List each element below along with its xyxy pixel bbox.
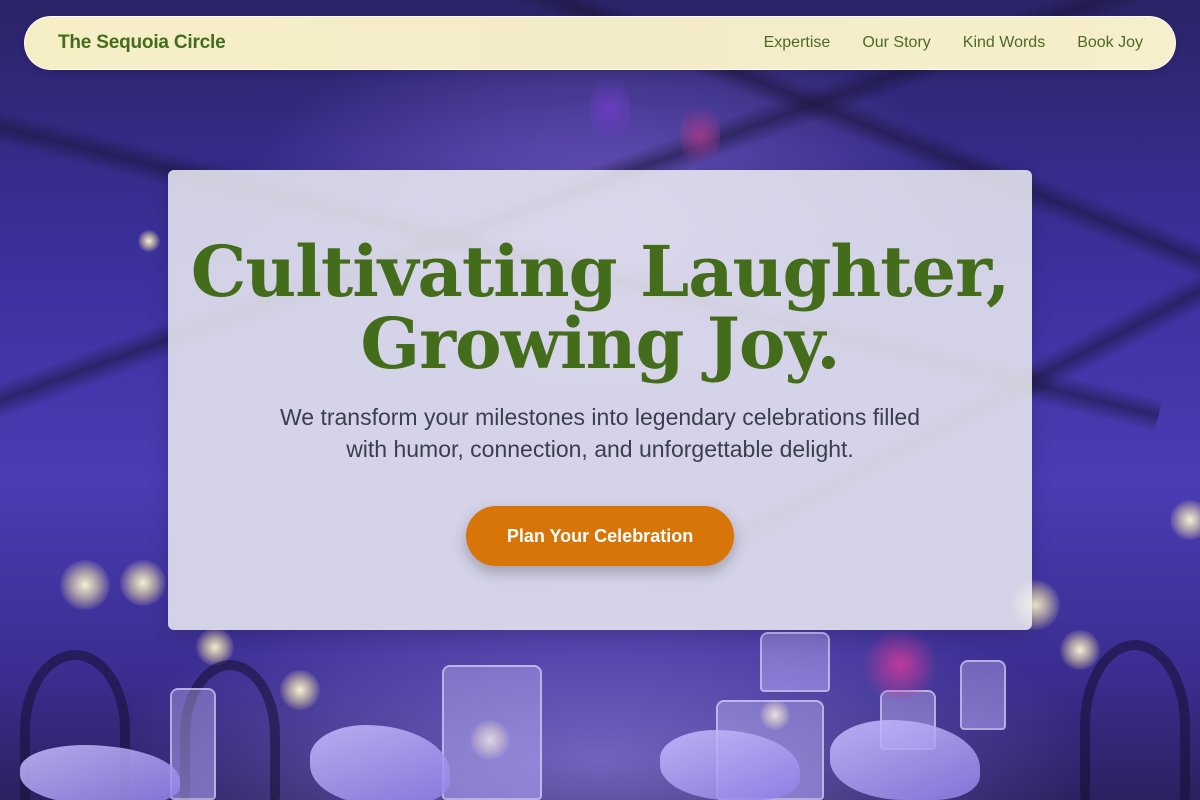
hero-title-line-2: Growing Joy. bbox=[360, 302, 840, 385]
hero-title: Cultivating Laughter, Growing Joy. bbox=[168, 236, 1032, 380]
nav-link-kind-words[interactable]: Kind Words bbox=[963, 34, 1045, 52]
top-navbar: The Sequoia Circle Expertise Our Story K… bbox=[24, 16, 1176, 70]
nav-link-our-story[interactable]: Our Story bbox=[862, 34, 930, 52]
nav-links: Expertise Our Story Kind Words Book Joy bbox=[764, 34, 1143, 52]
hero-subtitle: We transform your milestones into legend… bbox=[228, 401, 972, 465]
brand-logo-text[interactable]: The Sequoia Circle bbox=[58, 32, 226, 54]
plan-celebration-button[interactable]: Plan Your Celebration bbox=[466, 506, 734, 566]
hero-subtitle-line-1: We transform your milestones into legend… bbox=[279, 404, 921, 430]
nav-link-expertise[interactable]: Expertise bbox=[764, 34, 831, 52]
nav-link-book-joy[interactable]: Book Joy bbox=[1077, 34, 1143, 52]
hero-card: Cultivating Laughter, Growing Joy. We tr… bbox=[168, 170, 1032, 630]
hero-title-line-1: Cultivating Laughter, bbox=[190, 230, 1011, 313]
hero-subtitle-line-2: with humor, connection, and unforgettabl… bbox=[346, 436, 854, 462]
